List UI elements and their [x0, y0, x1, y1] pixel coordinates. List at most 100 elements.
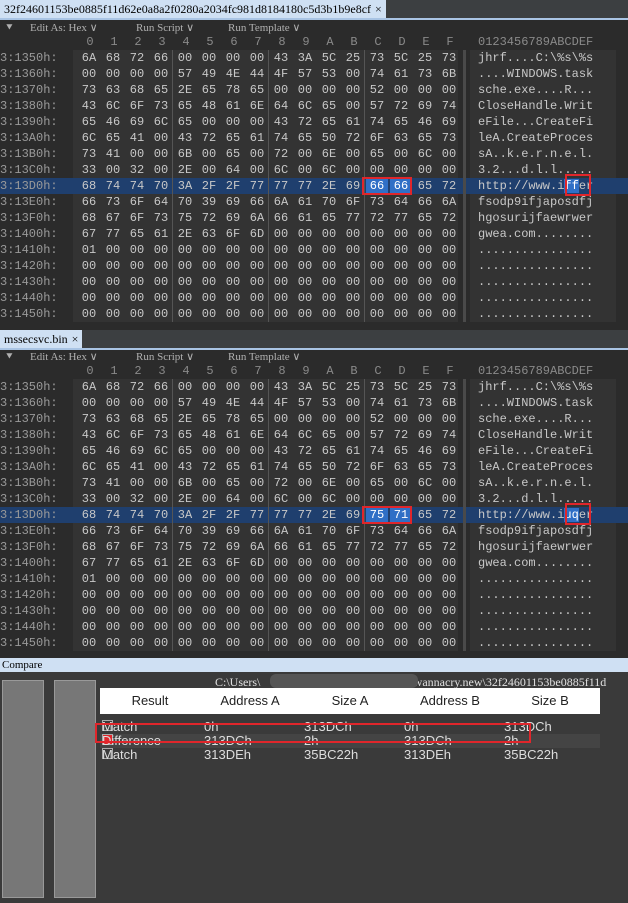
hex-byte[interactable]: 00 [174, 619, 196, 635]
hex-byte[interactable]: 2F [222, 178, 244, 194]
hex-byte[interactable]: 68 [126, 82, 148, 98]
hex-byte[interactable]: 00 [390, 587, 412, 603]
hex-byte[interactable]: 00 [150, 146, 172, 162]
hex-byte[interactable]: 00 [390, 475, 412, 491]
hex-byte[interactable]: 57 [174, 395, 196, 411]
hex-byte[interactable]: 00 [150, 306, 172, 322]
collapse-icon[interactable]: ⯆ [5, 350, 14, 364]
hex-byte[interactable]: 00 [390, 274, 412, 290]
hex-byte[interactable]: 44 [246, 395, 268, 411]
hex-byte[interactable]: 00 [126, 274, 148, 290]
hex-byte[interactable]: 66 [78, 194, 100, 210]
hex-byte[interactable]: 72 [198, 539, 220, 555]
hex-byte[interactable]: 00 [198, 146, 220, 162]
hex-byte[interactable]: 73 [102, 194, 124, 210]
hex-byte[interactable]: 00 [390, 603, 412, 619]
hex-byte[interactable]: 25 [414, 379, 436, 395]
hex-byte[interactable]: 65 [246, 411, 268, 427]
hex-byte[interactable]: 2E [174, 226, 196, 242]
hex-byte[interactable]: 72 [438, 539, 460, 555]
hex-byte[interactable]: 72 [294, 114, 316, 130]
hex-byte[interactable]: 00 [198, 50, 220, 66]
hex-byte[interactable]: 33 [78, 162, 100, 178]
hex-byte[interactable]: 00 [390, 290, 412, 306]
hex-byte[interactable]: 00 [126, 571, 148, 587]
hex-byte[interactable]: 67 [102, 539, 124, 555]
hex-byte[interactable]: 00 [294, 146, 316, 162]
hex-byte[interactable]: 74 [270, 130, 292, 146]
hex-byte[interactable]: 74 [366, 443, 388, 459]
hex-byte[interactable]: 00 [102, 587, 124, 603]
hex-byte[interactable]: 2E [318, 507, 340, 523]
hex-byte[interactable]: 00 [222, 587, 244, 603]
hex-byte[interactable]: 73 [366, 379, 388, 395]
ascii-text[interactable]: 3.2...d.l.l..... [470, 491, 616, 507]
hex-byte[interactable]: 00 [390, 635, 412, 651]
hex-byte[interactable]: 00 [246, 619, 268, 635]
hex-byte[interactable]: 74 [126, 178, 148, 194]
hex-byte[interactable]: 01 [78, 242, 100, 258]
hex-byte[interactable]: 61 [294, 210, 316, 226]
hex-byte[interactable]: 00 [414, 571, 436, 587]
hex-byte[interactable]: 61 [342, 114, 364, 130]
hex-byte[interactable]: 73 [438, 130, 460, 146]
hex-byte[interactable]: 69 [126, 114, 148, 130]
hex-byte[interactable]: 73 [150, 98, 172, 114]
hex-byte[interactable]: 2E [174, 555, 196, 571]
ascii-text[interactable]: gwea.com........ [470, 555, 616, 571]
ascii-text[interactable]: gwea.com........ [470, 226, 616, 242]
col-address-a[interactable]: Address A [200, 693, 300, 708]
hex-byte[interactable]: 00 [150, 395, 172, 411]
hex-byte[interactable]: 00 [198, 443, 220, 459]
hex-row[interactable]: 3:1450h: 00 00 00 00 00 00 00 00 00 00 00 00 00 00 00 00… [0, 306, 628, 322]
ascii-text[interactable]: ................ [470, 306, 616, 322]
hex-byte[interactable]: 00 [222, 603, 244, 619]
hex-byte[interactable]: 00 [342, 306, 364, 322]
hex-byte[interactable]: 6A [78, 50, 100, 66]
hex-byte[interactable]: 00 [222, 290, 244, 306]
hex-byte[interactable]: 73 [438, 50, 460, 66]
hex-row[interactable]: 3:1450h: 00 00 00 00 00 00 00 00 00 00 00 00 00 00 00 00… [0, 635, 628, 651]
ascii-text[interactable]: leA.CreateProces [470, 130, 616, 146]
hex-byte[interactable]: 00 [342, 98, 364, 114]
hex-byte[interactable]: 6F [126, 194, 148, 210]
hex-byte[interactable]: 00 [342, 258, 364, 274]
hex-byte[interactable]: 00 [294, 162, 316, 178]
hex-byte[interactable]: 57 [174, 66, 196, 82]
hex-byte[interactable]: 73 [366, 50, 388, 66]
hex-byte[interactable]: 25 [414, 50, 436, 66]
hex-row[interactable]: 3:13F0h: 68 67 6F 73 75 72 69 6A 66 61 65 77 72 77 65 72… [0, 539, 628, 555]
ascii-text[interactable]: ................ [470, 290, 616, 306]
hex-byte[interactable]: 65 [126, 555, 148, 571]
hex-byte[interactable]: 64 [222, 491, 244, 507]
hex-byte[interactable]: 74 [366, 114, 388, 130]
hex-byte[interactable]: 00 [270, 258, 292, 274]
hex-byte[interactable]: 63 [390, 130, 412, 146]
hex-byte[interactable]: 72 [390, 427, 412, 443]
hex-byte[interactable]: 00 [222, 114, 244, 130]
hex-row[interactable]: 3:13B0h: 73 41 00 00 6B 00 65 00 72 00 6E 00 65 00 6C 00… [0, 146, 628, 162]
hex-byte[interactable]: 00 [270, 411, 292, 427]
hex-byte[interactable]: 00 [270, 619, 292, 635]
hex-byte[interactable]: 2F [198, 178, 220, 194]
hex-byte[interactable]: 00 [246, 587, 268, 603]
edit-as-dropdown[interactable]: Edit As: Hex ∨ [30, 21, 98, 35]
hex-byte[interactable]: 00 [438, 258, 460, 274]
hex-byte[interactable]: 64 [222, 162, 244, 178]
hex-byte[interactable]: 73 [150, 210, 172, 226]
hex-byte[interactable]: 00 [390, 162, 412, 178]
hex-byte[interactable]: 73 [438, 459, 460, 475]
hex-byte[interactable]: 67 [78, 226, 100, 242]
hex-row[interactable]: 3:1420h: 00 00 00 00 00 00 00 00 00 00 00 00 00 00 00 00… [0, 587, 628, 603]
hex-byte[interactable]: 65 [102, 459, 124, 475]
hex-byte[interactable]: 65 [150, 82, 172, 98]
col-address-b[interactable]: Address B [400, 693, 500, 708]
hex-byte[interactable]: 65 [222, 146, 244, 162]
hex-byte[interactable]: 00 [318, 555, 340, 571]
hex-byte[interactable]: 00 [222, 443, 244, 459]
hex-byte[interactable]: 00 [174, 242, 196, 258]
hex-byte[interactable]: 69 [222, 523, 244, 539]
hex-byte[interactable]: 72 [438, 178, 460, 194]
hex-byte[interactable]: 61 [342, 443, 364, 459]
hex-byte[interactable]: 48 [198, 427, 220, 443]
